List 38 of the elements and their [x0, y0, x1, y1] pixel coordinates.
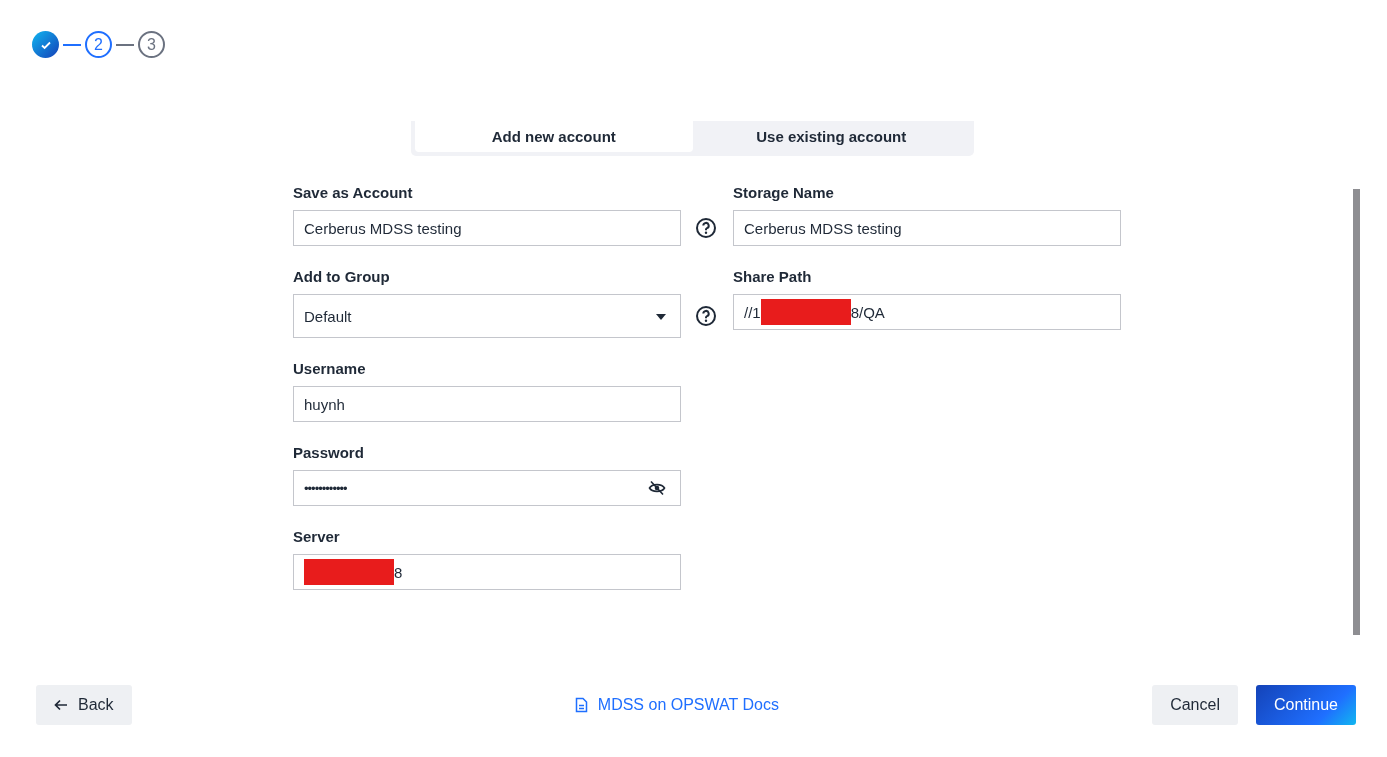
field-label: Username: [293, 360, 367, 378]
field-label: Add to Group: [293, 268, 391, 286]
field-label: Storage Name: [733, 184, 835, 202]
docs-link[interactable]: MDSS on OPSWAT Docs: [574, 696, 779, 714]
step-number: 3: [138, 31, 165, 58]
input-field[interactable]: Cerberus MDSS testing: [733, 210, 1121, 246]
field-label: Server: [293, 528, 341, 546]
input-field[interactable]: 8: [293, 554, 681, 590]
input-field[interactable]: huynh: [293, 386, 681, 422]
field-value: //1: [744, 303, 761, 321]
back-button[interactable]: Back: [36, 685, 132, 725]
cancel-button[interactable]: Cancel: [1152, 685, 1238, 725]
field-value: Default: [304, 307, 352, 325]
help-icon[interactable]: [695, 305, 717, 327]
field-value: huynh: [304, 395, 345, 413]
step-number: 2: [85, 31, 112, 58]
step-done-icon: [32, 31, 59, 58]
arrow-left-icon: [54, 699, 68, 711]
account-tab[interactable]: Add new account: [415, 121, 693, 152]
document-icon: [574, 697, 588, 713]
eye-off-icon[interactable]: [648, 480, 666, 496]
input-field[interactable]: Cerberus MDSS testing: [293, 210, 681, 246]
field-label: Save as Account: [293, 184, 414, 202]
account-tab[interactable]: Use existing account: [692, 121, 970, 152]
continue-button[interactable]: Continue: [1255, 685, 1356, 725]
caret-icon: [656, 314, 666, 320]
field-value: 8/QA: [850, 303, 885, 321]
field-label: Share Path: [733, 268, 813, 286]
input-field[interactable]: //1 8/QA: [733, 294, 1121, 330]
scrollbar[interactable]: [1353, 189, 1360, 635]
field-value: ••••••••••••: [304, 480, 347, 496]
field-label: Password: [293, 444, 365, 462]
input-field[interactable]: ••••••••••••: [293, 470, 681, 506]
help-icon[interactable]: [695, 217, 717, 239]
field-value: Cerberus MDSS testing: [304, 219, 462, 237]
field-value: 8: [394, 563, 403, 581]
field-value: Cerberus MDSS testing: [744, 219, 902, 237]
group-select[interactable]: Default: [293, 294, 681, 338]
